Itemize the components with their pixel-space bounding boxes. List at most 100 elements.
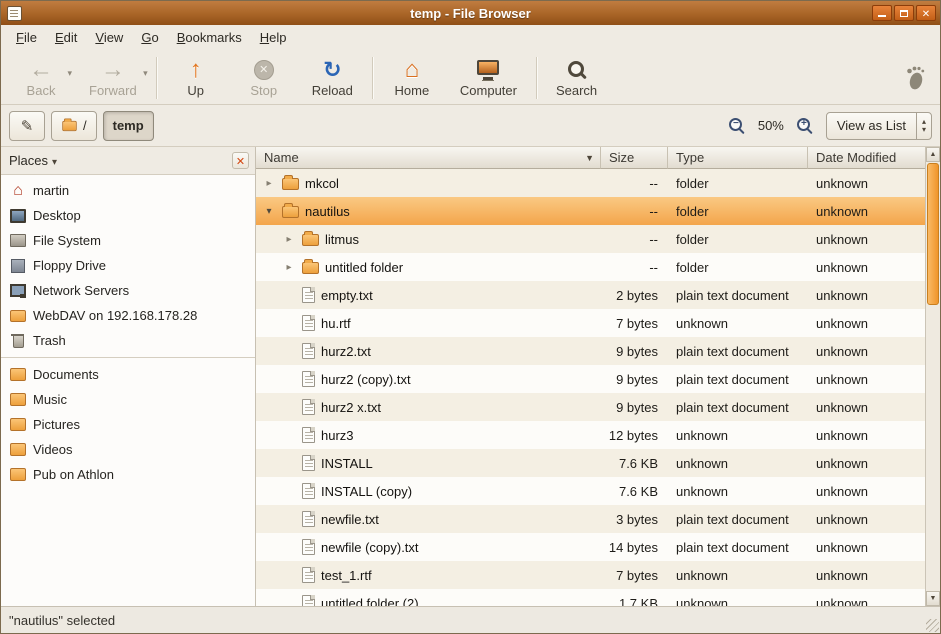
file-row[interactable]: hurz2 x.txt9 bytesplain text documentunk… (256, 393, 927, 421)
stop-button[interactable]: Stop (234, 54, 294, 102)
file-row[interactable]: newfile.txt3 bytesplain text documentunk… (256, 505, 927, 533)
file-icon (302, 539, 315, 555)
sidebar-item-label: Documents (33, 367, 99, 382)
path-root-button[interactable]: / (51, 111, 97, 141)
file-name: untitled folder (325, 260, 403, 275)
file-row[interactable]: test_1.rtf7 bytesunknownunknown (256, 561, 927, 589)
name-cell: ▸litmus (256, 225, 601, 253)
sidebar-item-file-system[interactable]: File System (1, 228, 255, 253)
sidebar-item-label: WebDAV on 192.168.178.28 (33, 308, 197, 323)
file-row[interactable]: newfile (copy).txt14 bytesplain text doc… (256, 533, 927, 561)
scrollbar-thumb[interactable] (927, 163, 939, 305)
sidebar-item-documents[interactable]: Documents (1, 362, 255, 387)
file-row[interactable]: INSTALL7.6 KBunknownunknown (256, 449, 927, 477)
sidebar-item-pub-on-athlon[interactable]: Pub on Athlon (1, 462, 255, 487)
column-header-date-modified[interactable]: Date Modified (808, 147, 927, 169)
dropdown-arrow-icon[interactable]: ▾ (143, 68, 148, 79)
size-cell: 12 bytes (601, 421, 668, 449)
menu-go[interactable]: Go (132, 25, 167, 51)
chevron-down-icon (52, 153, 57, 168)
menu-view[interactable]: View (86, 25, 132, 51)
column-header-type[interactable]: Type (668, 147, 808, 169)
main-area: Places martinDesktop File System Floppy Dr… (1, 147, 940, 606)
date-modified-cell: unknown (808, 253, 927, 281)
home-button[interactable]: Home (382, 54, 442, 102)
type-cell: plain text document (668, 281, 808, 309)
folder-row[interactable]: ▸untitled folder--folderunknown (256, 253, 927, 281)
trash-icon (10, 333, 26, 349)
type-cell: unknown (668, 589, 808, 606)
file-name: hurz2.txt (321, 344, 371, 359)
close-button[interactable] (916, 5, 936, 21)
file-name: hurz2 x.txt (321, 400, 381, 415)
menu-bookmarks[interactable]: Bookmarks (168, 25, 251, 51)
path-current-label: temp (113, 118, 144, 133)
gnome-throbber-icon (900, 61, 930, 95)
vertical-scrollbar[interactable] (925, 147, 940, 606)
sidebar-item-network-servers[interactable]: Network Servers (1, 278, 255, 303)
computer-button[interactable]: Computer (450, 54, 527, 102)
type-cell: folder (668, 197, 808, 225)
toggle-location-entry-button[interactable] (9, 111, 45, 141)
column-header-label: Name (264, 150, 299, 165)
sidebar-item-floppy-drive[interactable]: Floppy Drive (1, 253, 255, 278)
column-header-size[interactable]: Size (601, 147, 668, 169)
zoom-out-button[interactable] (726, 114, 748, 138)
expand-expander-icon[interactable]: ▸ (282, 234, 296, 245)
file-row[interactable]: hurz2.txt9 bytesplain text documentunkno… (256, 337, 927, 365)
sidebar-item-martin[interactable]: martin (1, 178, 255, 203)
size-cell: 3 bytes (601, 505, 668, 533)
file-name: mkcol (305, 176, 339, 191)
folder-icon (302, 262, 319, 274)
dropdown-arrow-icon[interactable]: ▾ (67, 68, 72, 79)
toolbar-button-label: Reload (312, 83, 353, 98)
zoom-in-button[interactable] (794, 114, 816, 138)
file-row[interactable]: INSTALL (copy)7.6 KBunknownunknown (256, 477, 927, 505)
menu-file[interactable]: File (7, 25, 46, 51)
file-icon (302, 315, 315, 331)
sidebar-item-videos[interactable]: Videos (1, 437, 255, 462)
menu-help[interactable]: Help (251, 25, 296, 51)
forward-button[interactable]: ▾Forward (79, 54, 147, 102)
file-row[interactable]: untitled folder (2)1.7 KBunknownunknown (256, 589, 927, 606)
resize-grip[interactable] (926, 619, 939, 632)
sidebar-item-webdav-on-192-168-178-28[interactable]: WebDAV on 192.168.178.28 (1, 303, 255, 328)
back-icon (29, 58, 53, 82)
maximize-button[interactable] (894, 5, 914, 21)
folder-icon (62, 120, 76, 130)
toolbar-button-label: Computer (460, 83, 517, 98)
file-row[interactable]: empty.txt2 bytesplain text documentunkno… (256, 281, 927, 309)
file-row[interactable]: hu.rtf7 bytesunknownunknown (256, 309, 927, 337)
folder-row[interactable]: ▾nautilus--folderunknown (256, 197, 927, 225)
folder-row[interactable]: ▸mkcol--folderunknown (256, 169, 927, 197)
titlebar[interactable]: temp - File Browser (1, 1, 940, 25)
sidebar-item-label: File System (33, 233, 101, 248)
column-header-name[interactable]: Name▼ (256, 147, 601, 169)
file-row[interactable]: hurz312 bytesunknownunknown (256, 421, 927, 449)
file-rows: ▸mkcol--folderunknown▾nautilus--folderun… (256, 169, 927, 606)
folder-row[interactable]: ▸litmus--folderunknown (256, 225, 927, 253)
expand-expander-icon[interactable]: ▸ (262, 178, 276, 189)
up-button[interactable]: Up (166, 54, 226, 102)
minimize-button[interactable] (872, 5, 892, 21)
size-cell: 9 bytes (601, 365, 668, 393)
scroll-down-button[interactable] (926, 591, 940, 606)
view-mode-select[interactable]: View as List (826, 112, 932, 140)
sidebar-item-pictures[interactable]: Pictures (1, 412, 255, 437)
collapse-expander-icon[interactable]: ▾ (262, 206, 276, 217)
menu-edit[interactable]: Edit (46, 25, 86, 51)
back-button[interactable]: ▾Back (11, 54, 71, 102)
close-sidebar-button[interactable] (232, 152, 249, 169)
reload-button[interactable]: Reload (302, 54, 363, 102)
path-current-button[interactable]: temp (103, 111, 154, 141)
file-row[interactable]: hurz2 (copy).txt9 bytesplain text docume… (256, 365, 927, 393)
sidebar-item-trash[interactable]: Trash (1, 328, 255, 353)
places-label[interactable]: Places (9, 153, 48, 168)
column-header-label: Date Modified (816, 150, 896, 165)
search-button[interactable]: Search (546, 54, 607, 102)
sidebar-item-desktop[interactable]: Desktop (1, 203, 255, 228)
scroll-up-button[interactable] (926, 147, 940, 162)
sidebar-item-music[interactable]: Music (1, 387, 255, 412)
file-browser-window: temp - File Browser FileEditViewGoBookma… (0, 0, 941, 634)
expand-expander-icon[interactable]: ▸ (282, 262, 296, 273)
